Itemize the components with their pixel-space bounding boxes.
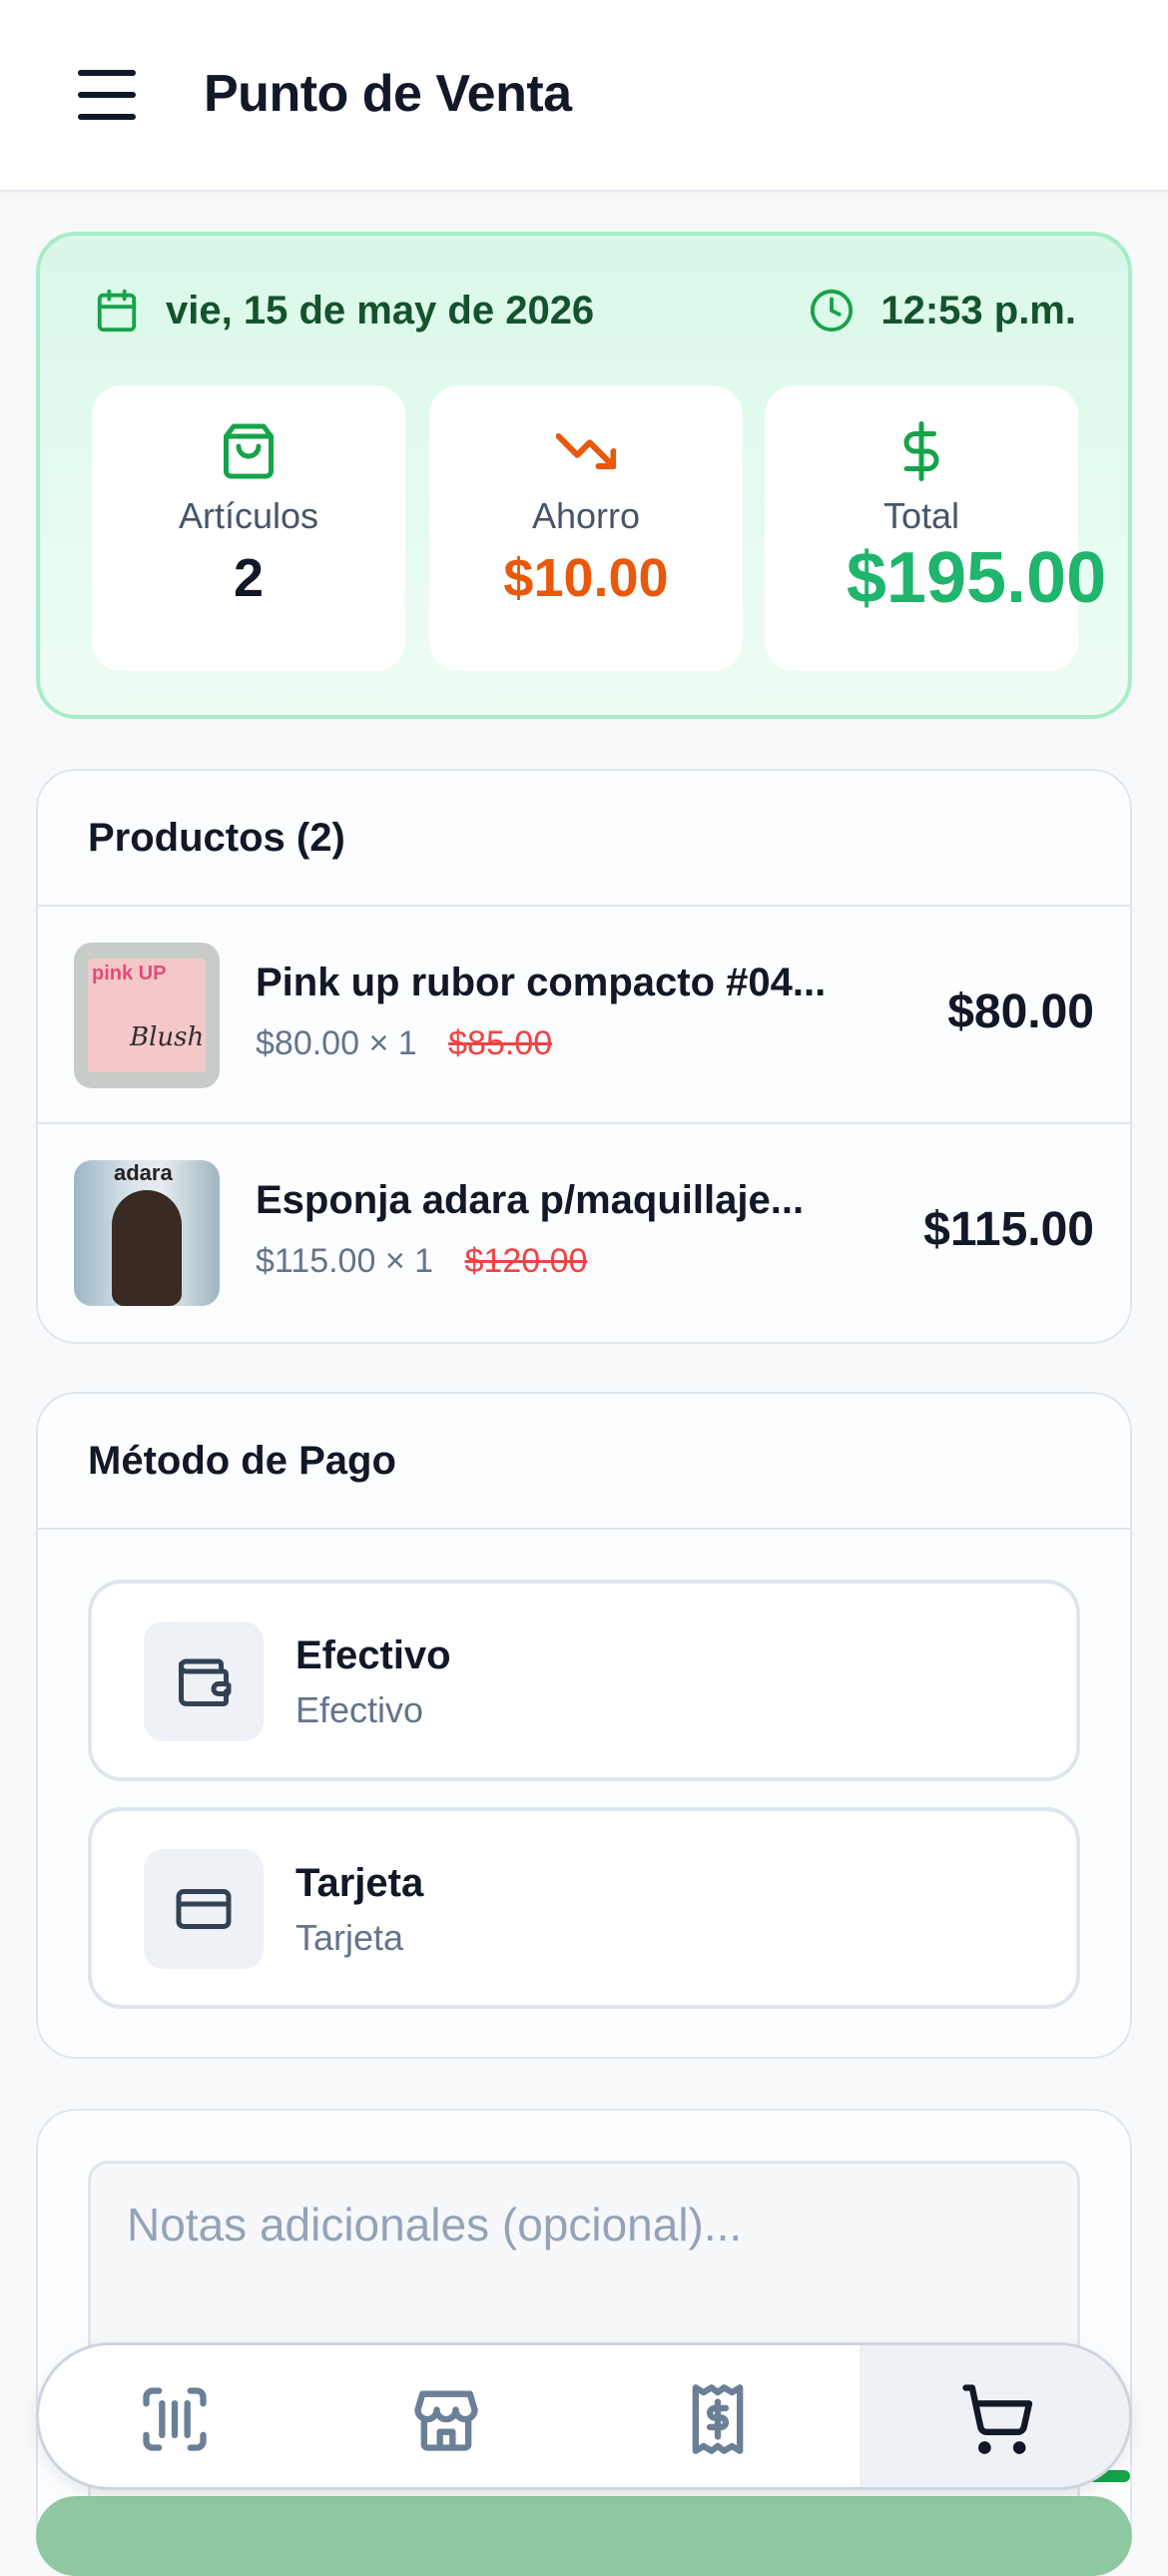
original-price: $120.00 [464, 1242, 588, 1280]
payment-method-card: Método de Pago Efectivo Efectivo Tarjeta… [36, 1392, 1132, 2059]
items-count-stat: Artículos 2 [92, 385, 405, 671]
products-header: Productos (2) [38, 771, 1130, 907]
payment-option-card[interactable]: Tarjeta Tarjeta [88, 1807, 1080, 2009]
receipt-dollar-icon [692, 2384, 744, 2454]
product-thumbnail: pink UP Blush [74, 943, 220, 1088]
store-icon [414, 2390, 478, 2451]
sale-summary-card: vie, 15 de may de 2026 12:53 p.m. Artícu… [36, 232, 1132, 719]
product-price-line: $80.00 × 1 $85.00 [256, 1024, 552, 1063]
items-value: 2 [233, 548, 265, 608]
product-price-line: $115.00 × 1 $120.00 [256, 1242, 587, 1281]
total-value: $195.00 [846, 538, 1107, 618]
unit-price: $80.00 [256, 1024, 359, 1062]
payment-option-title: Efectivo [295, 1633, 451, 1677]
payment-title: Método de Pago [88, 1438, 396, 1483]
savings-stat: Ahorro $10.00 [429, 385, 743, 671]
total-label: Total [882, 495, 960, 536]
items-label: Artículos [178, 495, 319, 536]
payment-option-subtitle: Efectivo [295, 1689, 424, 1730]
time-text: 12:53 p.m. [880, 288, 1076, 332]
product-name: Esponja adara p/maquillaje... [256, 1178, 805, 1222]
wallet-icon [179, 1658, 232, 1706]
product-total: $115.00 [923, 1203, 1094, 1256]
date-display: vie, 15 de may de 2026 [94, 288, 594, 333]
nav-item-cart[interactable] [860, 2345, 1129, 2487]
product-row[interactable]: pink UP Blush Pink up rubor compacto #04… [38, 907, 1130, 1124]
quantity: × 1 [368, 1024, 417, 1062]
calendar-icon [97, 289, 137, 332]
time-display: 12:53 p.m. [809, 288, 1076, 333]
clock-icon [811, 289, 854, 332]
dollar-icon [903, 421, 939, 481]
shopping-bag-icon [224, 423, 274, 479]
menu-icon[interactable] [74, 70, 138, 122]
nav-item-sales[interactable] [582, 2345, 854, 2487]
product-row[interactable]: adara Esponja adara p/maquillaje... $115… [38, 1124, 1130, 1342]
barcode-scan-icon [143, 2387, 207, 2451]
payment-option-subtitle: Tarjeta [295, 1917, 404, 1958]
nav-item-store[interactable] [310, 2345, 582, 2487]
product-name: Pink up rubor compacto #04... [256, 961, 827, 1004]
app-header: Punto de Venta [0, 0, 1168, 192]
date-text: vie, 15 de may de 2026 [166, 288, 595, 332]
products-card: Productos (2) pink UP Blush Pink up rubo… [36, 769, 1132, 1344]
total-stat: Total $195.00 [765, 385, 1106, 671]
savings-label: Ahorro [531, 495, 641, 536]
quantity: × 1 [384, 1242, 434, 1280]
cart-icon [962, 2384, 1033, 2454]
page-title: Punto de Venta [204, 65, 572, 123]
trending-down-icon [556, 433, 616, 469]
payment-option-cash[interactable]: Efectivo Efectivo [88, 1580, 1080, 1781]
bottom-navigation [36, 2342, 1132, 2490]
payment-option-title: Tarjeta [295, 1861, 424, 1905]
original-price: $85.00 [448, 1024, 553, 1062]
payment-header: Método de Pago [38, 1394, 1130, 1530]
product-total: $80.00 [947, 985, 1094, 1038]
unit-price: $115.00 [256, 1242, 376, 1280]
checkout-button[interactable] [36, 2496, 1132, 2576]
credit-card-icon [176, 1889, 232, 1929]
savings-value: $10.00 [503, 548, 669, 608]
nav-item-scan[interactable] [39, 2345, 310, 2487]
products-title: Productos (2) [88, 815, 345, 860]
product-thumbnail: adara [74, 1160, 220, 1306]
